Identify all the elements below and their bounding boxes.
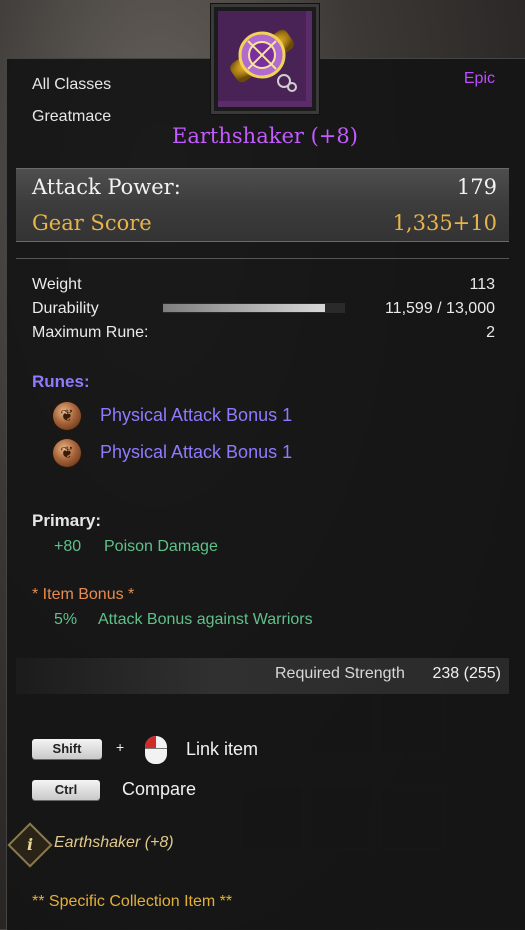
durability-bar-fill (163, 304, 325, 312)
rune-icon: ❦ (53, 402, 81, 430)
durability-label: Durability (32, 300, 99, 317)
primary-value: +80 (54, 538, 82, 555)
weight-value: 113 (469, 276, 495, 293)
durability-value: 11,599 / 13,000 (384, 300, 495, 317)
specific-collection-label: ** Specific Collection Item ** (32, 893, 233, 910)
item-bonus-value: 5% (54, 611, 78, 628)
required-strength-value: 238 (255) (432, 665, 502, 682)
shift-key: Shift (32, 739, 102, 759)
item-name: Earthshaker (+8) (172, 124, 358, 148)
item-icon-frame (211, 4, 319, 114)
durability-bar (163, 303, 345, 313)
max-rune-label: Maximum Rune: (32, 324, 149, 341)
attack-power-label: Attack Power: (32, 175, 181, 199)
ctrl-key: Ctrl (32, 780, 100, 800)
divider (16, 258, 509, 259)
weight-label: Weight (32, 276, 82, 293)
greatmace-icon (218, 11, 312, 107)
max-rune-value: 2 (486, 324, 495, 341)
class-restriction: All Classes (32, 76, 112, 93)
gear-score-label: Gear Score (32, 211, 152, 235)
rarity-label: Epic (463, 70, 495, 87)
item-bonus-heading: * Item Bonus * (32, 586, 135, 603)
required-strength-label: Required Strength (275, 665, 405, 682)
collection-item-name: Earthshaker (+8) (54, 834, 174, 851)
compare-label: Compare (122, 779, 197, 799)
rune-label: Physical Attack Bonus 1 (100, 442, 293, 462)
primary-heading: Primary: (32, 511, 101, 530)
item-bonus-label: Attack Bonus against Warriors (98, 611, 313, 628)
mouse-left-click-icon (145, 736, 167, 764)
attack-power-value: 179 (456, 175, 497, 199)
plus-sign: + (116, 739, 125, 755)
link-item-label: Link item (186, 739, 259, 759)
runes-heading: Runes: (32, 372, 90, 391)
rune-label: Physical Attack Bonus 1 (100, 405, 293, 425)
gear-score-value: 1,335+10 (392, 211, 497, 235)
primary-label: Poison Damage (104, 538, 218, 555)
rune-icon: ❦ (53, 439, 81, 467)
